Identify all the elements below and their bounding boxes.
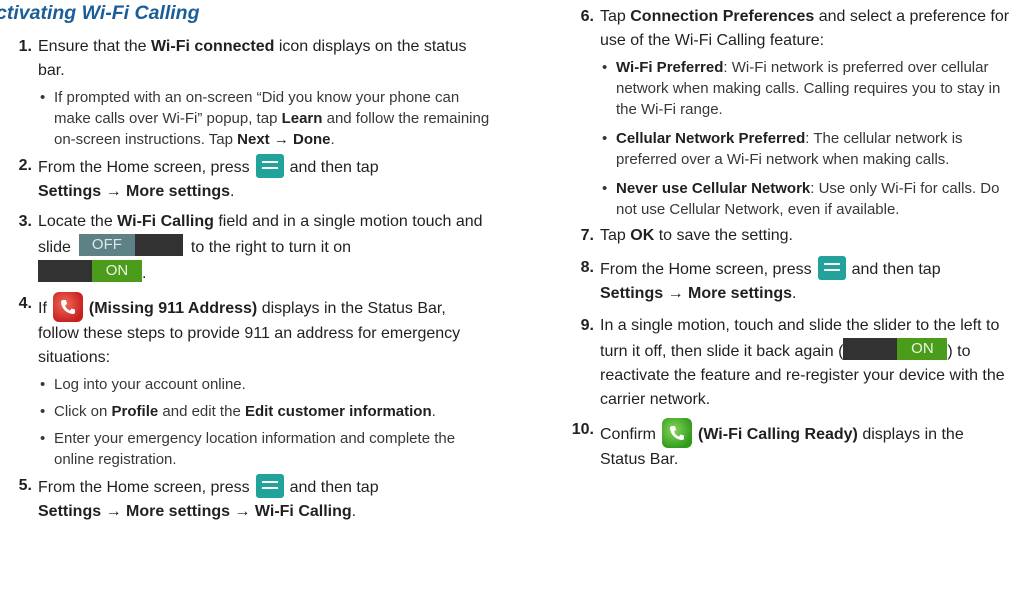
bold-term: (Wi-Fi Calling Ready) (698, 426, 858, 443)
bullet-text: Enter your emergency location informatio… (54, 430, 456, 468)
toggle-on-icon: ON (843, 338, 948, 360)
step-number: 2. (18, 157, 32, 174)
toggle-label: OFF (78, 234, 135, 256)
bullet-text: Log into your account online. (54, 376, 246, 393)
bullet-item: • Log into your account online. (38, 374, 490, 395)
toggle-label: ON (92, 260, 142, 282)
step-text: . (792, 285, 797, 302)
bullet-text: and edit the (158, 403, 245, 420)
step-number: 6. (580, 8, 594, 25)
step-5: 5. From the Home screen, press and then t… (0, 474, 490, 524)
bold-term: Never use Cellular Network (616, 180, 811, 197)
bullet-dot: • (40, 403, 46, 420)
bold-term: Wi-Fi Preferred (616, 59, 724, 76)
menu-key-icon (817, 256, 846, 280)
step-text: . (142, 265, 147, 282)
menu-key-icon (255, 474, 284, 498)
step-text: From the Home screen, press (38, 159, 250, 176)
bullet-dot: • (602, 130, 608, 147)
bullet-dot: • (40, 430, 46, 447)
bullet-item: • Click on Profile and edit the Edit cus… (38, 401, 490, 422)
bullet-text: . (431, 403, 436, 420)
bold-term: Edit customer information (244, 403, 432, 420)
step-2: 2. From the Home screen, press and then t… (0, 154, 490, 204)
step-8: 8. From the Home screen, press and then t… (562, 256, 1010, 306)
step-number: 1. (18, 38, 32, 55)
step-text: and then tap (851, 261, 941, 278)
step-text: . (351, 503, 357, 520)
step-3: 3. Locate the Wi-Fi Calling field and in… (0, 210, 490, 286)
bold-term: Learn (281, 110, 323, 127)
steps-list-right: 6. Tap Connection Preferences and select… (562, 5, 1010, 472)
step-text: . (230, 183, 235, 200)
bullet-text: . (330, 131, 335, 148)
bold-term: Cellular Network Preferred (616, 130, 806, 147)
bullet-item: • Never use Cellular Network: Use only W… (600, 178, 1010, 220)
bold-term: (Missing 911 Address) (88, 300, 258, 317)
bold-term: Settings → More settings (600, 285, 793, 302)
step-text: Tap (600, 8, 631, 25)
bold-term: OK (630, 227, 655, 244)
bold-term: Wi-Fi Calling (117, 213, 214, 230)
step-text: From the Home screen, press (600, 261, 812, 278)
bold-term: Settings → More settings → Wi-Fi Calling (38, 503, 352, 520)
wifi-calling-ready-icon (662, 418, 693, 448)
step-number: 7. (580, 227, 594, 244)
bullet-item: • If prompted with an on-screen “Did you… (38, 87, 490, 150)
bullet-item: • Enter your emergency location informat… (38, 428, 490, 470)
missing-911-address-icon (52, 292, 83, 322)
step-1: 1. Ensure that the Wi-Fi connected icon … (0, 35, 490, 150)
bullet-item: • Cellular Network Preferred: The cellul… (600, 128, 1010, 170)
bullet-dot: • (40, 376, 46, 393)
step-6: 6. Tap Connection Preferences and select… (562, 5, 1010, 220)
step-number: 5. (18, 477, 32, 494)
step-number: 9. (580, 317, 594, 334)
toggle-label: ON (897, 338, 948, 360)
step-text: and then tap (289, 159, 379, 176)
bold-term: Connection Preferences (630, 8, 815, 25)
step-text: From the Home screen, press (38, 479, 250, 496)
step-text: and then tap (289, 479, 379, 496)
steps-list-left: 1. Ensure that the Wi-Fi connected icon … (0, 35, 490, 524)
step-text: If (38, 300, 47, 317)
toggle-off-icon: OFF (78, 234, 183, 256)
step-4: 4. If (Missing 911 Address) displays in t… (0, 292, 490, 470)
bold-term: Profile (111, 403, 159, 420)
menu-key-icon (255, 154, 284, 178)
bullet-item: • Wi-Fi Preferred: Wi-Fi network is pref… (600, 57, 1010, 120)
step-number: 4. (18, 295, 32, 312)
step-text: Ensure that the (38, 38, 151, 55)
toggle-on-icon: ON (38, 260, 142, 282)
bold-term: Next → Done (237, 131, 331, 148)
bold-term: Wi-Fi connected (150, 38, 275, 55)
bullet-text: Click on (54, 403, 112, 420)
step-text: to the right to turn it on (190, 239, 351, 256)
bullet-dot: • (602, 59, 608, 76)
bullet-dot: • (602, 180, 608, 197)
bold-term: Settings → More settings (38, 183, 231, 200)
step-number: 3. (18, 213, 32, 230)
step-10: 10. Confirm (Wi-Fi Calling Ready) display… (562, 418, 1010, 472)
step-text: Confirm (600, 426, 657, 443)
step-7: 7. Tap OK to save the setting. (562, 224, 1010, 248)
step-text: Tap (600, 227, 631, 244)
step-number: 8. (580, 259, 594, 276)
step-text: Locate the (38, 213, 118, 230)
step-number: 10. (571, 421, 594, 438)
bullet-dot: • (40, 89, 46, 106)
step-text: to save the setting. (654, 227, 793, 244)
section-heading: ctivating Wi-Fi Calling (0, 2, 200, 24)
step-9: 9. In a single motion, touch and slide t… (562, 314, 1010, 412)
